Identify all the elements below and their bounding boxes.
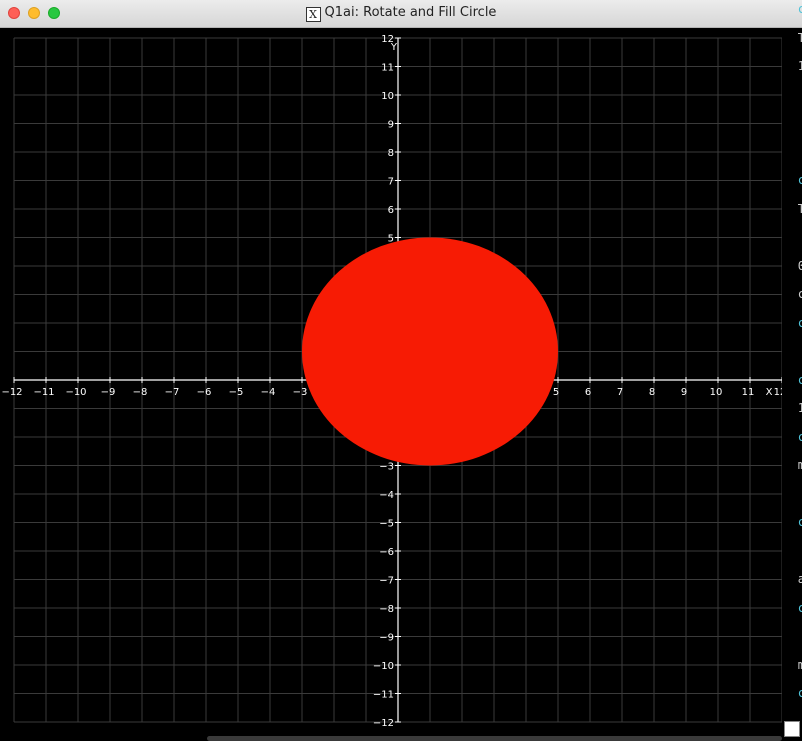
x-tick-label: 10 xyxy=(710,387,723,398)
terminal-text-fragment: m xyxy=(797,458,802,472)
terminal-text-fragment: T xyxy=(797,30,802,45)
x-tick-label: −12 xyxy=(1,387,22,398)
horizontal-scrollbar[interactable] xyxy=(207,736,782,741)
y-tick-label: −7 xyxy=(379,576,394,587)
x-tick-label: 9 xyxy=(681,387,687,398)
filled-circle xyxy=(302,237,558,466)
y-axis-label: Y xyxy=(390,42,398,53)
x-tick-label: 11 xyxy=(742,387,755,398)
y-tick-label: −3 xyxy=(379,462,394,473)
terminal-text-fragment: 1 xyxy=(797,401,802,415)
x-tick-label: −6 xyxy=(197,387,212,398)
x-tick-label: −10 xyxy=(65,387,86,398)
terminal-text-fragment: a xyxy=(797,572,802,586)
terminal-text-fragment: 0 xyxy=(797,258,802,273)
x-axis-label: X xyxy=(766,387,773,398)
window-titlebar: X Q1ai: Rotate and Fill Circle xyxy=(0,0,802,28)
x-tick-label: 8 xyxy=(649,387,655,398)
y-tick-label: 9 xyxy=(388,120,394,131)
resize-grip[interactable] xyxy=(784,721,800,737)
x-tick-label: −8 xyxy=(133,387,148,398)
x-tick-label: −9 xyxy=(101,387,116,398)
y-tick-label: −12 xyxy=(373,718,394,729)
x-tick-label: −3 xyxy=(293,387,308,398)
terminal-text-fragment: c xyxy=(797,287,802,301)
x-tick-label: −11 xyxy=(33,387,54,398)
x-tick-label: 5 xyxy=(553,387,559,398)
terminal-text-fragment: c xyxy=(797,600,802,615)
terminal-text-fragment: c xyxy=(797,686,802,700)
terminal-text-fragment: c xyxy=(797,2,802,16)
terminal-text-fragment: c xyxy=(797,372,802,387)
y-tick-label: 6 xyxy=(388,205,394,216)
y-tick-label: 7 xyxy=(388,177,394,188)
y-tick-label: 11 xyxy=(381,63,394,74)
window-title-group: X Q1ai: Rotate and Fill Circle xyxy=(0,5,802,22)
terminal-text-fragment: 1 xyxy=(797,59,802,73)
y-tick-label: 10 xyxy=(381,91,394,102)
x11-app-icon: X xyxy=(305,7,321,22)
x-tick-label: −5 xyxy=(229,387,244,398)
terminal-text-fragment: T xyxy=(797,201,802,216)
x-tick-label: 6 xyxy=(585,387,591,398)
terminal-text-fragment: c xyxy=(797,315,802,330)
y-tick-label: −9 xyxy=(379,633,394,644)
y-tick-label: 8 xyxy=(388,148,394,159)
x-tick-label: −4 xyxy=(261,387,276,398)
y-tick-label: −4 xyxy=(379,490,394,501)
y-tick-label: −11 xyxy=(373,690,394,701)
y-tick-label: −8 xyxy=(379,604,394,615)
y-tick-label: −5 xyxy=(379,519,394,530)
plot-canvas: −12−11−10−9−8−7−6−5−4−3−2−11234567891011… xyxy=(0,28,802,741)
y-tick-label: −10 xyxy=(373,661,394,672)
terminal-text-fragment: c xyxy=(797,429,802,444)
x-tick-label: −7 xyxy=(165,387,180,398)
terminal-text-fragment: c xyxy=(797,515,802,529)
window-title: Q1ai: Rotate and Fill Circle xyxy=(324,5,497,20)
terminal-text-fragment: c xyxy=(797,173,802,187)
terminal-text-fragment: m xyxy=(797,657,802,672)
background-terminal-edge: cT1cT0ccc1cmcacmc xyxy=(782,2,802,741)
x-tick-label: 7 xyxy=(617,387,623,398)
y-tick-label: −6 xyxy=(379,547,394,558)
